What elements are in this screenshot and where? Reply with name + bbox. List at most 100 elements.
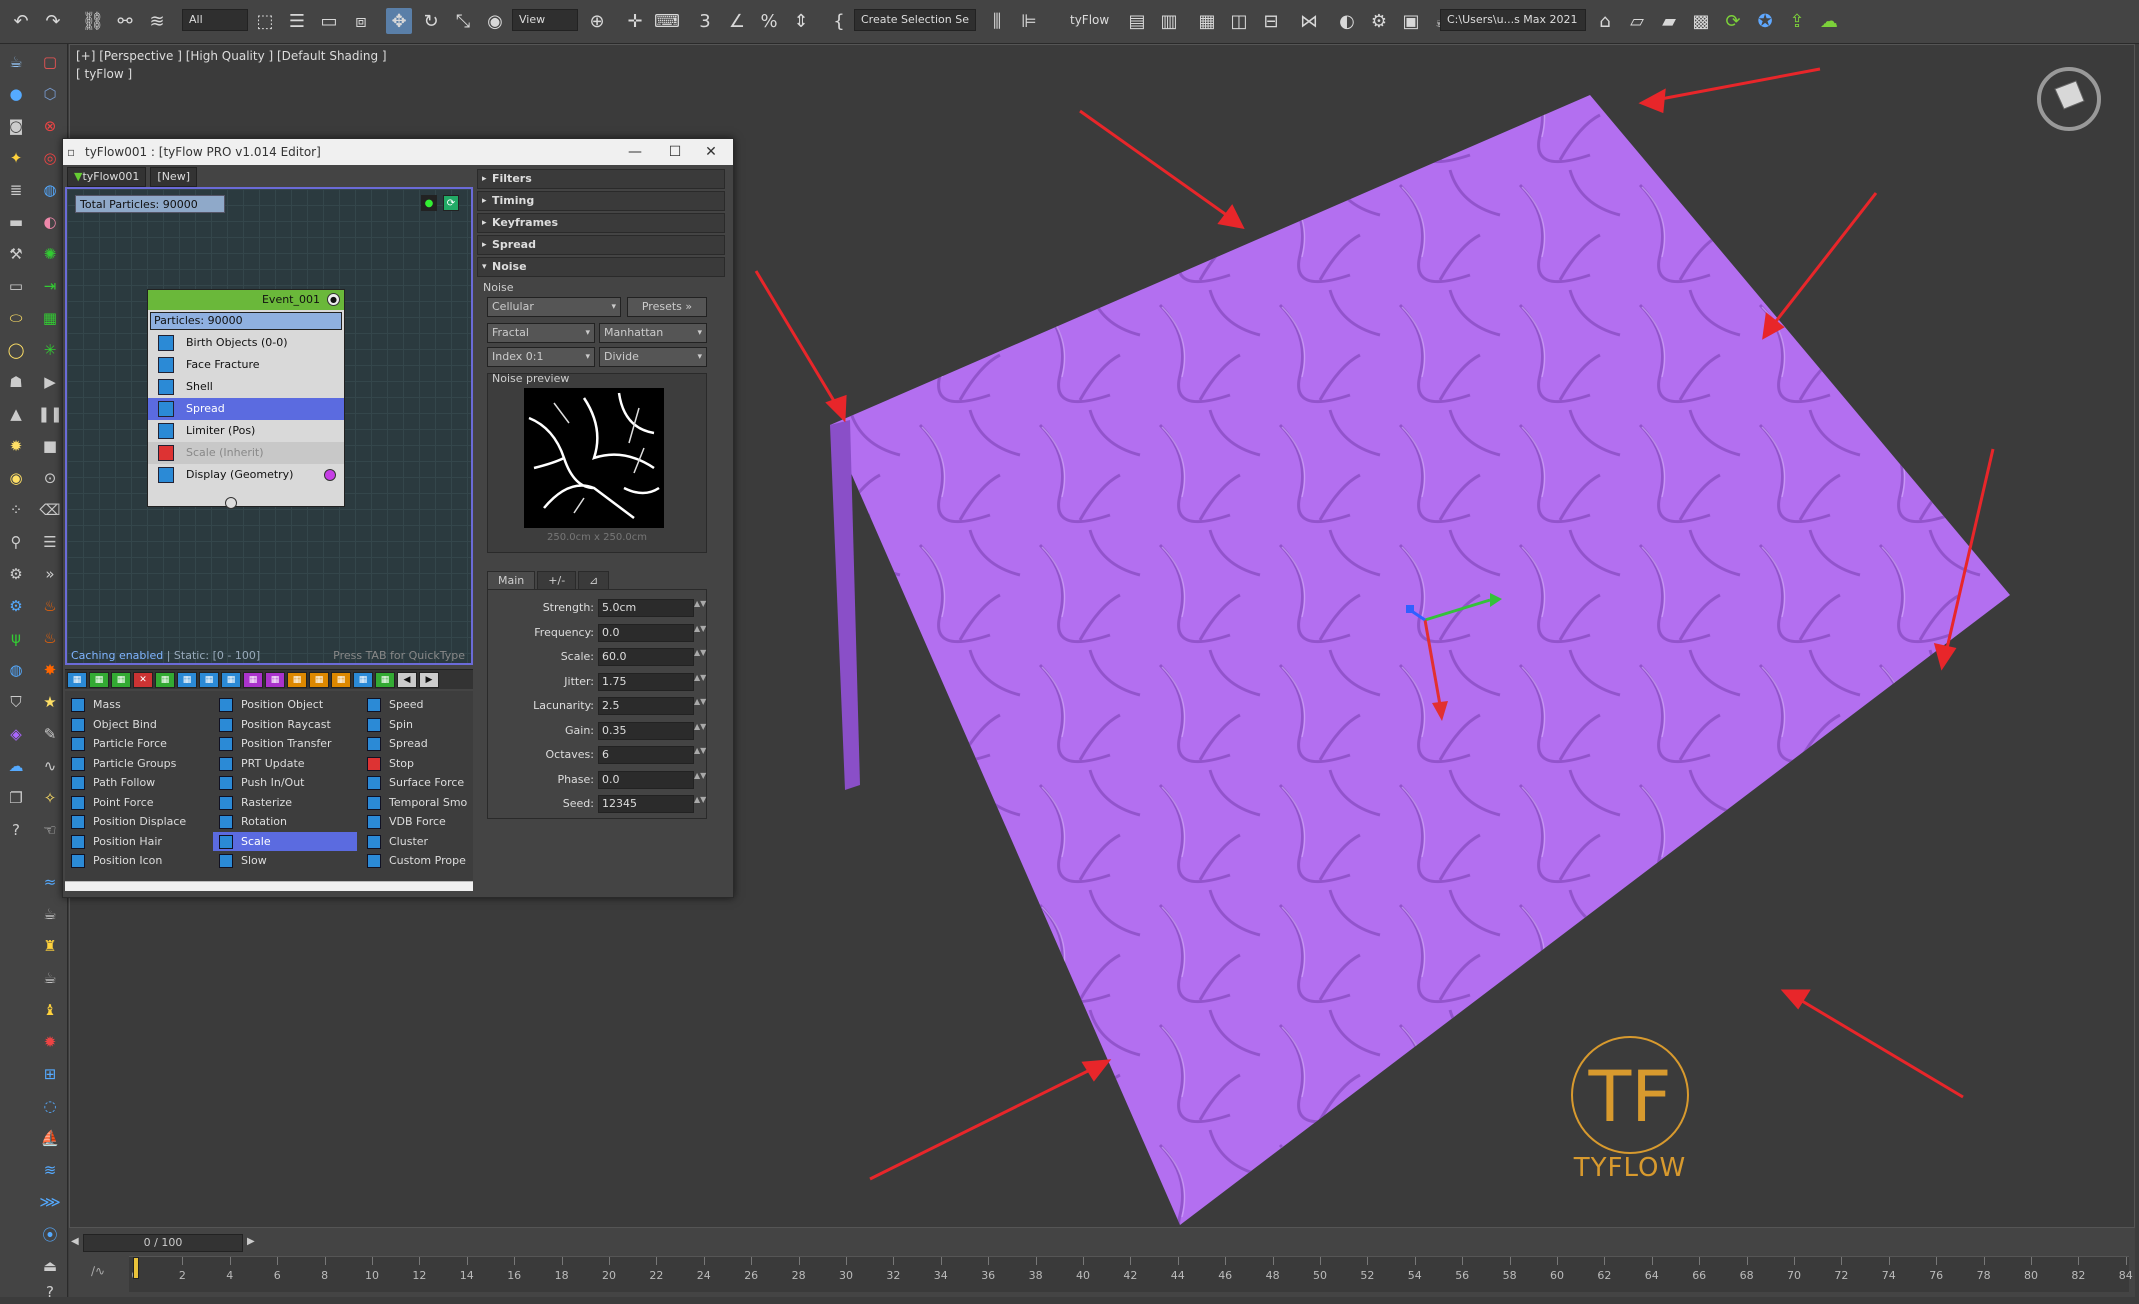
param-spinner-field[interactable]: 0.0 xyxy=(598,770,694,789)
stop-icon[interactable]: ■ xyxy=(38,434,62,458)
keyboard-shortcut-icon[interactable]: ⌨ xyxy=(654,8,680,34)
operator-list-item[interactable]: Position Object xyxy=(213,695,357,715)
plugin-gear-icon[interactable]: ✪ xyxy=(1752,8,1778,34)
operator-list-item[interactable]: Push In/Out xyxy=(213,773,357,793)
event-operator[interactable]: Birth Objects (0-0) xyxy=(148,332,344,354)
spinner-arrows-icon[interactable]: ▲▼ xyxy=(694,746,706,764)
param-spinner-field[interactable]: 1.75 xyxy=(598,672,694,691)
undo-icon[interactable]: ↶ xyxy=(8,8,34,34)
timeline-prev-icon[interactable]: ◀ xyxy=(71,1236,79,1247)
param-spinner-field[interactable]: 2.5 xyxy=(598,697,694,715)
selection-filter-select[interactable]: All xyxy=(182,9,248,31)
operator-list-item[interactable]: PRT Update xyxy=(213,754,357,774)
blob-icon[interactable]: ✹ xyxy=(38,1030,62,1054)
operator-list-item[interactable]: Point Force xyxy=(65,793,209,813)
arrow-right-icon[interactable]: ⇥ xyxy=(38,274,62,298)
spark-icon[interactable]: ✧ xyxy=(38,786,62,810)
list-icon[interactable]: ☰ xyxy=(38,530,62,554)
plugin-export-icon[interactable]: ⇪ xyxy=(1784,8,1810,34)
close-icon[interactable]: ✕ xyxy=(693,139,729,165)
redo-icon[interactable]: ↷ xyxy=(40,8,66,34)
sun-icon[interactable]: ◯ xyxy=(4,338,28,362)
category-test-icon[interactable]: ▦ xyxy=(353,672,373,688)
operator-list-item[interactable]: Object Bind xyxy=(65,715,209,735)
forward-icon[interactable]: » xyxy=(38,562,62,586)
operator-list-item[interactable]: Mass xyxy=(65,695,209,715)
project-folder-select[interactable]: C:\Users\u...s Max 2021 xyxy=(1440,9,1586,31)
operator-list-item[interactable]: Position Transfer xyxy=(213,734,357,754)
category-scroll-right-icon[interactable]: ▶ xyxy=(419,672,439,688)
category-script-icon[interactable]: ▦ xyxy=(331,672,351,688)
viewcube-icon[interactable] xyxy=(2037,67,2101,131)
pivot-center-icon[interactable]: ⊕ xyxy=(584,8,610,34)
star-icon[interactable]: ★ xyxy=(38,690,62,714)
event-operator[interactable]: Face Fracture xyxy=(148,354,344,376)
tab-new[interactable]: [New] xyxy=(150,167,197,187)
timeline-next-icon[interactable]: ▶ xyxy=(247,1236,255,1247)
system-icon[interactable]: ◍ xyxy=(38,178,62,202)
voxel-mesh[interactable] xyxy=(830,95,2010,1225)
flow-icon[interactable]: ⋙ xyxy=(38,1190,62,1214)
copy-icon[interactable]: ❐ xyxy=(4,786,28,810)
orb-icon[interactable]: ◉ xyxy=(4,466,28,490)
category-display-icon[interactable]: ▦ xyxy=(265,672,285,688)
display-color-icon[interactable] xyxy=(324,469,336,481)
place-icon[interactable]: ◉ xyxy=(482,8,508,34)
event-header[interactable]: Event_001 ● xyxy=(148,290,344,310)
operator-list-item[interactable]: Position Displace xyxy=(65,812,209,832)
teapot-icon[interactable]: ☕ xyxy=(4,50,28,74)
named-selection-set-select[interactable]: Create Selection Se xyxy=(854,9,976,31)
operator-list-item[interactable]: Path Follow xyxy=(65,773,209,793)
light-icon[interactable]: ✦ xyxy=(4,146,28,170)
hierarchy-icon[interactable]: ⚒ xyxy=(4,242,28,266)
spinner-arrows-icon[interactable]: ▲▼ xyxy=(694,624,706,642)
hand-icon[interactable]: ☜ xyxy=(38,818,62,842)
modify-icon[interactable]: ▬ xyxy=(4,210,28,234)
rectangular-selection-icon[interactable]: ▭ xyxy=(316,8,342,34)
drop-icon[interactable]: ⦿ xyxy=(38,1222,62,1246)
project-folder-icon[interactable]: ⌂ xyxy=(1592,8,1618,34)
event-toggle-icon[interactable]: ● xyxy=(327,293,340,306)
tab-tyflow001[interactable]: ▼ tyFlow001 xyxy=(67,167,147,187)
param-spinner-field[interactable]: 0.0 xyxy=(598,623,694,642)
rollout-timing[interactable]: Timing xyxy=(477,191,725,211)
folder-settings-icon[interactable]: ▩ xyxy=(1688,8,1714,34)
param-spinner-field[interactable]: 6 xyxy=(598,746,694,764)
angle-snap-icon[interactable]: ∠ xyxy=(724,8,750,34)
spinner-arrows-icon[interactable]: ▲▼ xyxy=(694,795,706,813)
scale-icon[interactable]: ⤡ xyxy=(450,8,476,34)
rollout-keyframes[interactable]: Keyframes xyxy=(477,213,725,233)
sphere-icon[interactable]: ● xyxy=(4,82,28,106)
operator-list-item[interactable]: Slow xyxy=(213,851,357,871)
operator-list-item[interactable]: Rotation xyxy=(213,812,357,832)
noise-type-dropdown[interactable]: Cellular xyxy=(487,297,621,317)
rotate-icon[interactable]: ↻ xyxy=(418,8,444,34)
trash-icon[interactable]: ⌫ xyxy=(38,498,62,522)
teapot-small-icon[interactable]: ☗ xyxy=(4,370,28,394)
window-crossing-icon[interactable]: ⧈ xyxy=(348,8,374,34)
cube-icon[interactable]: ⬡ xyxy=(38,82,62,106)
shape-icon[interactable]: ≣ xyxy=(4,178,28,202)
minimize-icon[interactable]: — xyxy=(617,139,653,165)
grass-icon[interactable]: ψ xyxy=(4,626,28,650)
tools-icon[interactable]: ⚙ xyxy=(4,562,28,586)
operator-list-item[interactable]: Scale xyxy=(213,831,357,851)
render-setup-icon[interactable]: ⚙ xyxy=(1366,8,1392,34)
spacewarp-icon[interactable]: ◎ xyxy=(38,146,62,170)
link-icon[interactable]: ⛓ xyxy=(80,8,106,34)
oval-icon[interactable]: ⬭ xyxy=(4,306,28,330)
operator-list-item[interactable]: Custom Prope xyxy=(361,851,473,871)
operator-list-item[interactable]: Position Icon xyxy=(65,851,209,871)
noise-index-dropdown[interactable]: Index 0:1 xyxy=(487,347,595,367)
brush-icon[interactable]: ✎ xyxy=(38,722,62,746)
water-icon[interactable]: ≈ xyxy=(38,870,62,894)
curve-editor-icon[interactable]: ◫ xyxy=(1226,8,1252,34)
ocean-icon[interactable]: ≋ xyxy=(38,1158,62,1182)
record-icon[interactable]: ⊙ xyxy=(38,466,62,490)
timeline-ruler[interactable]: 0246810121416182022242628303234363840424… xyxy=(129,1256,2133,1292)
event-operator[interactable]: Display (Geometry) xyxy=(148,464,344,486)
refresh-flow-icon[interactable]: ⟳ xyxy=(443,195,459,211)
spinner-arrows-icon[interactable]: ▲▼ xyxy=(694,771,706,789)
operator-list-item[interactable]: Position Raycast xyxy=(213,715,357,735)
noise-mode-dropdown[interactable]: Fractal xyxy=(487,323,595,343)
